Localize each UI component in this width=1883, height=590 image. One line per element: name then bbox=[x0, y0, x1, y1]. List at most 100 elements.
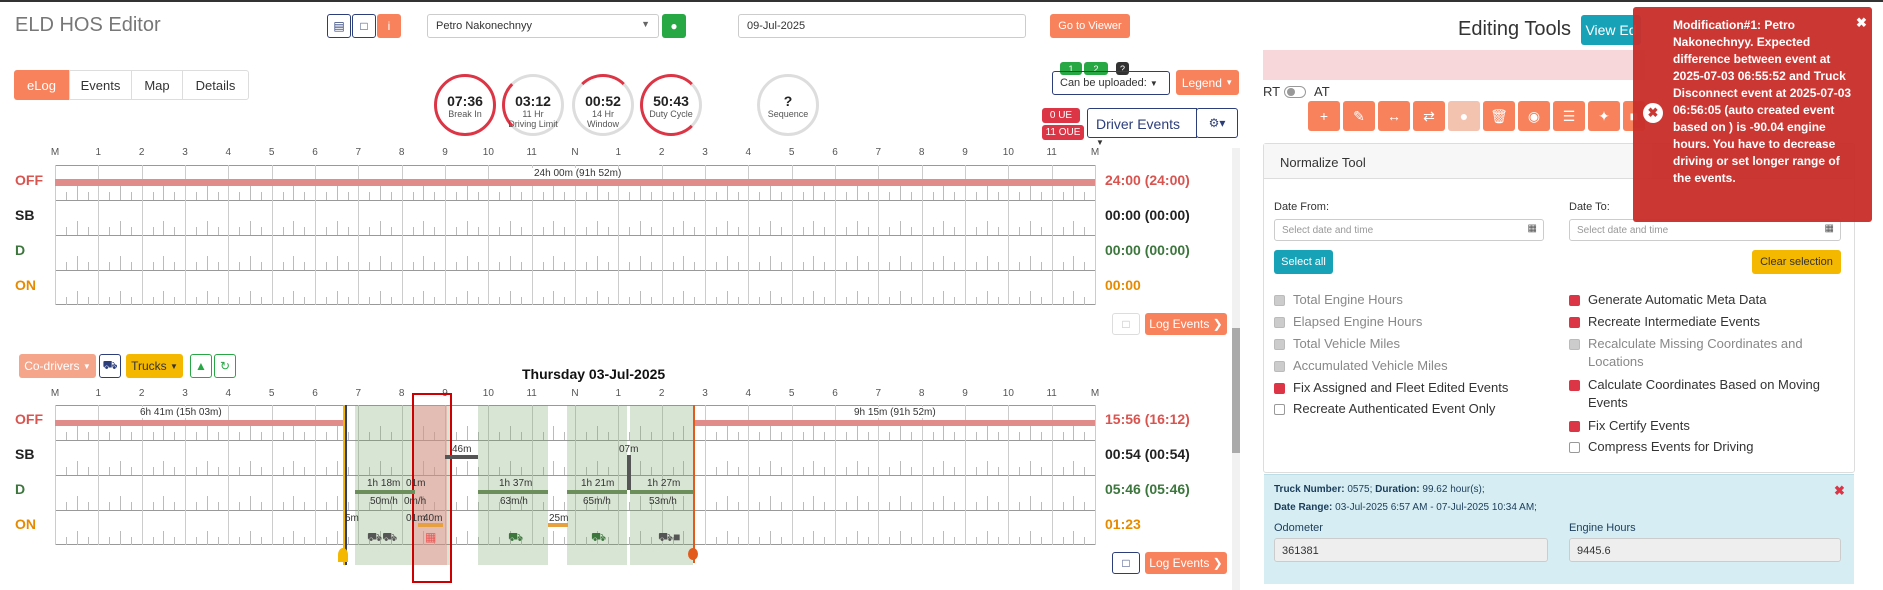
grid-tick bbox=[553, 256, 555, 270]
grid-tick bbox=[466, 496, 468, 510]
grid-tick bbox=[1051, 235, 1053, 270]
grid-tick bbox=[369, 227, 371, 235]
grid-tick bbox=[564, 262, 566, 270]
driving-line bbox=[630, 490, 693, 494]
grid-tick bbox=[921, 475, 923, 510]
grid-tick bbox=[98, 510, 100, 545]
doc-icon[interactable]: ▤ bbox=[327, 14, 351, 38]
comment-icon[interactable]: □ bbox=[1112, 552, 1140, 574]
hour-label: 5 bbox=[268, 388, 275, 399]
grid-tick bbox=[813, 291, 815, 305]
error-toast[interactable]: ✖ ✖ Modification#1: Petro Nakonechnyy. E… bbox=[1633, 7, 1872, 222]
end-pin-icon[interactable] bbox=[688, 548, 698, 560]
clear-selection-button[interactable]: Clear selection bbox=[1752, 250, 1841, 274]
grid-tick bbox=[975, 432, 977, 440]
grid-tick bbox=[293, 531, 295, 545]
grid-tick bbox=[217, 537, 219, 545]
truck-event-icon[interactable]: ⛟ bbox=[591, 530, 606, 546]
settings-icon[interactable]: ⚙▾ bbox=[1196, 108, 1238, 138]
comment-icon[interactable]: □ bbox=[1112, 313, 1140, 335]
grid-tick bbox=[163, 221, 165, 235]
option-recreate-authenticated[interactable]: Recreate Authenticated Event Only bbox=[1274, 400, 1495, 418]
group-icon[interactable]: ◉ bbox=[1518, 101, 1550, 131]
grid-tick bbox=[683, 291, 685, 305]
engine-hours-input[interactable]: 9445.6 bbox=[1569, 538, 1841, 562]
select-all-button[interactable]: Select all bbox=[1274, 250, 1333, 274]
date-input[interactable]: 09-Jul-2025 bbox=[738, 14, 1026, 38]
option-recalculate-coordinates[interactable]: Recalculate Missing Coordinates and Loca… bbox=[1569, 335, 1819, 371]
edit-icon[interactable]: ✎ bbox=[1343, 101, 1375, 131]
option-total-vehicle-miles[interactable]: Total Vehicle Miles bbox=[1274, 335, 1400, 353]
tab-elog[interactable]: eLog bbox=[14, 70, 69, 100]
option-fix-certify[interactable]: Fix Certify Events bbox=[1569, 417, 1690, 435]
grid-tick bbox=[975, 537, 977, 545]
trucks-button[interactable]: Trucks ▼ bbox=[126, 354, 183, 378]
option-generate-meta[interactable]: Generate Automatic Meta Data bbox=[1569, 291, 1766, 309]
driver-select[interactable]: Petro Nakonechnyy ▼ bbox=[427, 14, 659, 38]
option-total-engine-hours[interactable]: Total Engine Hours bbox=[1274, 291, 1403, 309]
wand-icon[interactable]: ✦ bbox=[1588, 101, 1620, 131]
can-upload-select[interactable]: Can be uploaded: ▼ bbox=[1052, 71, 1170, 95]
grid-tick bbox=[488, 200, 490, 235]
info-icon[interactable]: i bbox=[377, 14, 401, 38]
note-icon[interactable]: □ bbox=[352, 14, 376, 38]
grid-tick bbox=[932, 502, 934, 510]
grid-tick bbox=[336, 426, 338, 440]
trash-icon[interactable]: 🗑 bbox=[1483, 101, 1515, 131]
user-icon[interactable]: ● bbox=[1448, 101, 1480, 131]
grid-tick bbox=[910, 297, 912, 305]
grid-tick bbox=[466, 291, 468, 305]
grid-tick bbox=[141, 440, 143, 475]
date-to-input[interactable]: Select date and time ▦ bbox=[1569, 219, 1841, 241]
columns-icon[interactable]: ☰ bbox=[1553, 101, 1585, 131]
grid-tick bbox=[304, 432, 306, 440]
scrollbar[interactable] bbox=[1232, 148, 1240, 590]
option-compress-events[interactable]: Compress Events for Driving bbox=[1569, 438, 1753, 456]
hour-label: 6 bbox=[832, 388, 838, 399]
date-from-input[interactable]: Select date and time ▦ bbox=[1274, 219, 1544, 241]
truck-event-icon[interactable]: ⛟■ bbox=[658, 530, 680, 546]
grid-tick bbox=[726, 426, 728, 440]
map-icon[interactable]: ▲ bbox=[190, 354, 212, 378]
event-icon[interactable]: ▦ bbox=[425, 530, 436, 544]
option-calculate-coordinates[interactable]: Calculate Coordinates Based on Moving Ev… bbox=[1569, 376, 1829, 412]
refresh-icon[interactable]: ↻ bbox=[214, 354, 236, 378]
grid-tick bbox=[910, 262, 912, 270]
option-recreate-intermediate[interactable]: Recreate Intermediate Events bbox=[1569, 313, 1760, 331]
view-button[interactable]: View Ed bbox=[1581, 15, 1641, 45]
start-pin-icon[interactable] bbox=[338, 548, 348, 562]
grid-tick bbox=[672, 192, 674, 200]
oue-badge: 11 OUE bbox=[1042, 125, 1084, 140]
truck-event-icon[interactable]: ⛟⛟ bbox=[367, 530, 397, 546]
grid-tick bbox=[412, 297, 414, 305]
grid-tick bbox=[206, 496, 208, 510]
option-accumulated-vehicle-miles[interactable]: Accumulated Vehicle Miles bbox=[1274, 357, 1448, 375]
add-icon[interactable]: + bbox=[1308, 101, 1340, 131]
tab-events[interactable]: Events bbox=[69, 70, 132, 100]
log-events-button[interactable]: Log Events ❯ bbox=[1145, 313, 1227, 335]
resize-icon[interactable]: ↔ bbox=[1378, 101, 1410, 131]
driver-events-select[interactable]: Driver Events ▼ bbox=[1087, 108, 1197, 147]
hour-label: M bbox=[1090, 147, 1100, 158]
swap-icon[interactable]: ⇄ bbox=[1413, 101, 1445, 131]
option-elapsed-engine-hours[interactable]: Elapsed Engine Hours bbox=[1274, 313, 1422, 331]
truck-icon[interactable]: ⛟ bbox=[99, 354, 121, 378]
grid-tick bbox=[358, 235, 360, 270]
go-to-viewer-button[interactable]: Go to Viewer bbox=[1050, 14, 1130, 38]
odometer-input[interactable]: 361381 bbox=[1274, 538, 1548, 562]
co-drivers-button[interactable]: Co-drivers ▼ bbox=[19, 354, 96, 378]
close-icon[interactable]: ✖ bbox=[1834, 483, 1845, 499]
status-sb: SB bbox=[15, 446, 35, 462]
normalize-title: Normalize Tool bbox=[1280, 155, 1366, 170]
grid-tick bbox=[163, 496, 165, 510]
rt-at-toggle[interactable] bbox=[1284, 86, 1306, 98]
total-on: 01:23 bbox=[1105, 516, 1141, 532]
truck-event-icon[interactable]: ⛟ bbox=[508, 530, 523, 546]
total-off: 24:00 (24:00) bbox=[1105, 172, 1190, 188]
tab-details[interactable]: Details bbox=[182, 70, 249, 100]
log-events-button[interactable]: Log Events ❯ bbox=[1145, 552, 1227, 574]
legend-button[interactable]: Legend ▼ bbox=[1176, 70, 1239, 95]
option-fix-assigned[interactable]: Fix Assigned and Fleet Edited Events bbox=[1274, 379, 1508, 397]
user-icon[interactable]: ● bbox=[662, 14, 686, 38]
tab-map[interactable]: Map bbox=[131, 70, 183, 100]
